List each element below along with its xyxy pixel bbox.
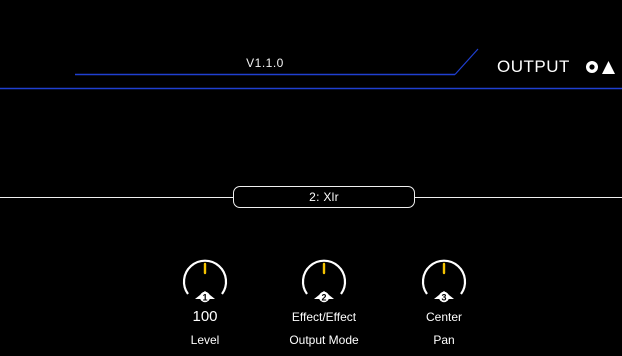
pan-label: Pan (433, 333, 455, 347)
output-mode-label: Output Mode (289, 333, 359, 347)
source-selector[interactable]: 2: Xlr (233, 186, 415, 208)
knob-index: 1 (202, 293, 207, 303)
knob-index: 2 (321, 293, 326, 303)
level-label: Level (190, 333, 220, 347)
level-value: 100 (192, 308, 218, 325)
knob-dial-icon: 1 (182, 259, 228, 303)
output-mode-value: Effect/Effect (291, 310, 357, 324)
level-knob[interactable]: 1 100 Level (155, 254, 255, 354)
firmware-version: V1.1.0 (246, 56, 284, 70)
triangle-up-icon[interactable] (602, 61, 615, 74)
knob-dial-icon: 2 (301, 259, 347, 303)
header-icons (586, 61, 615, 74)
pan-value: Center (425, 310, 463, 324)
output-mode-knob[interactable]: 2 Effect/Effect Output Mode (274, 254, 374, 354)
knob-dial-icon: 3 (421, 259, 467, 303)
knob-index: 3 (441, 293, 446, 303)
output-screen: V1.1.0 OUTPUT 2: Xlr 1 100 Level 2 Effec… (0, 0, 622, 356)
circle-outline-icon[interactable] (586, 61, 598, 73)
page-title: OUTPUT (497, 57, 570, 76)
pan-knob[interactable]: 3 Center Pan (394, 254, 494, 354)
header-lines (0, 48, 622, 90)
